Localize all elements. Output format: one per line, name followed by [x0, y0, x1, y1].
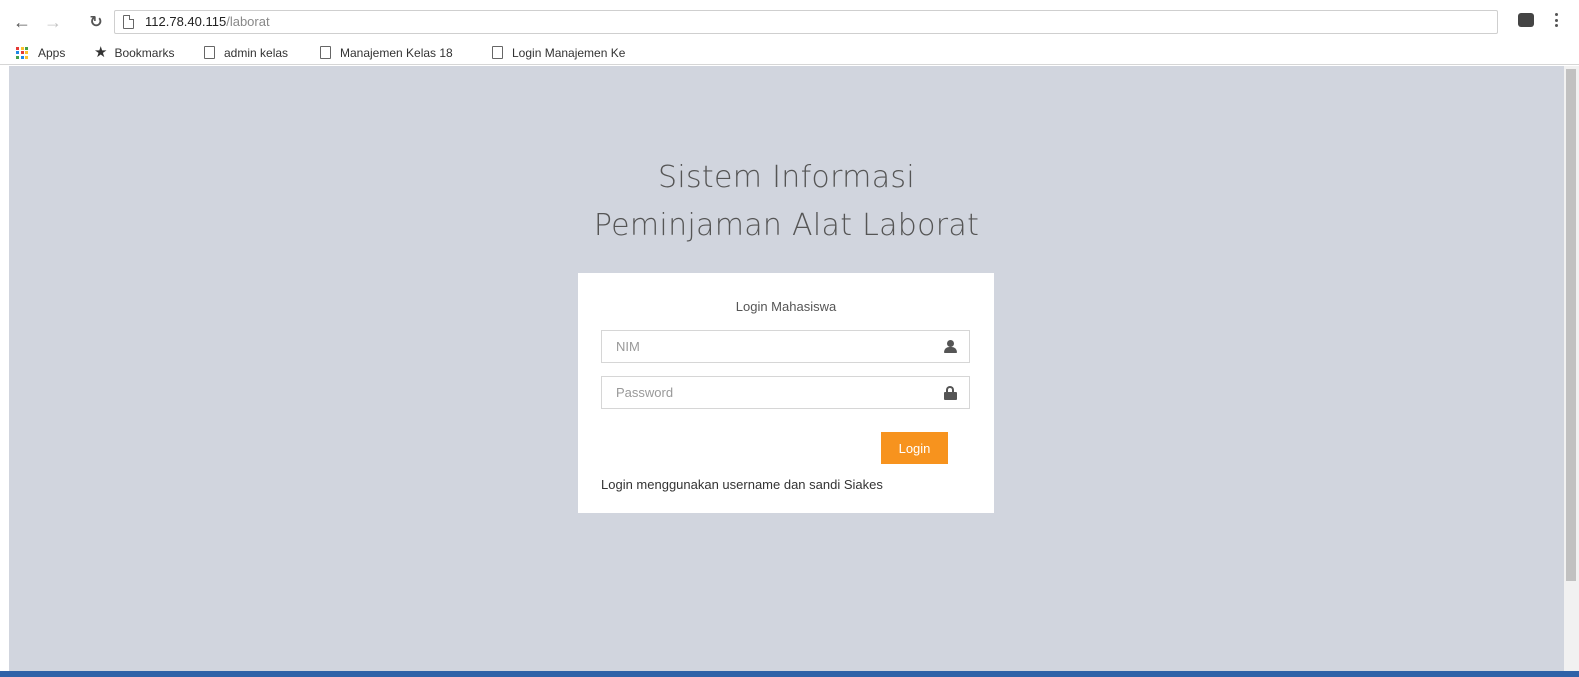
lock-icon: [943, 386, 957, 400]
forward-icon[interactable]: →: [43, 12, 63, 32]
nim-input[interactable]: [602, 331, 922, 362]
back-icon[interactable]: ←: [12, 12, 32, 32]
url-path: /laborat: [226, 14, 270, 29]
bookmark-admin-kelas[interactable]: admin kelas: [204, 44, 288, 61]
login-heading: Login Mahasiswa: [735, 299, 837, 314]
url-text[interactable]: 112.78.40.115/laborat: [145, 14, 270, 30]
nim-field: [601, 330, 970, 363]
bookmark-label: Manajemen Kelas 18: [340, 45, 453, 60]
extension-icon[interactable]: [1518, 13, 1534, 27]
bookmark-label: Bookmarks: [114, 45, 175, 60]
menu-icon[interactable]: [1553, 11, 1559, 29]
page-icon: [204, 46, 215, 59]
bookmark-label: Login Manajemen Ke: [512, 45, 626, 60]
password-input[interactable]: [602, 377, 922, 408]
taskbar-strip: [0, 671, 1579, 677]
bookmark-label: admin kelas: [224, 45, 289, 60]
page-icon: [492, 46, 503, 59]
password-field: [601, 376, 970, 409]
scrollbar-thumb[interactable]: [1566, 69, 1576, 581]
url-host: 112.78.40.115: [145, 14, 227, 29]
login-note: Login menggunakan username dan sandi Sia…: [601, 477, 883, 492]
bookmark-login-manajemen[interactable]: Login Manajemen Ke: [492, 44, 647, 61]
page-icon: [320, 46, 331, 59]
page-icon: [123, 15, 134, 29]
page-title-line2: Peminjaman Alat Laborat: [593, 208, 980, 243]
page-title-line1: Sistem Informasi: [658, 160, 915, 195]
apps-icon: [16, 46, 30, 59]
login-card: Login Mahasiswa Login Login menggunakan …: [578, 273, 994, 513]
address-bar[interactable]: 112.78.40.115/laborat: [114, 10, 1498, 34]
reload-icon[interactable]: ↻: [86, 12, 106, 32]
star-icon: ★: [94, 44, 108, 61]
login-button[interactable]: Login: [881, 432, 948, 464]
bookmark-manajemen-kelas[interactable]: Manajemen Kelas 18: [320, 44, 478, 61]
bookmarks-bar: Apps ★ Bookmarks admin kelas Manajemen K…: [0, 40, 1579, 65]
bookmark-bookmarks[interactable]: ★ Bookmarks: [94, 44, 174, 61]
user-icon: [943, 340, 957, 354]
browser-toolbar: ← → ↻ 112.78.40.115/laborat: [0, 0, 1579, 40]
bookmark-label: Apps: [38, 45, 66, 60]
bookmark-apps[interactable]: Apps: [16, 44, 65, 61]
